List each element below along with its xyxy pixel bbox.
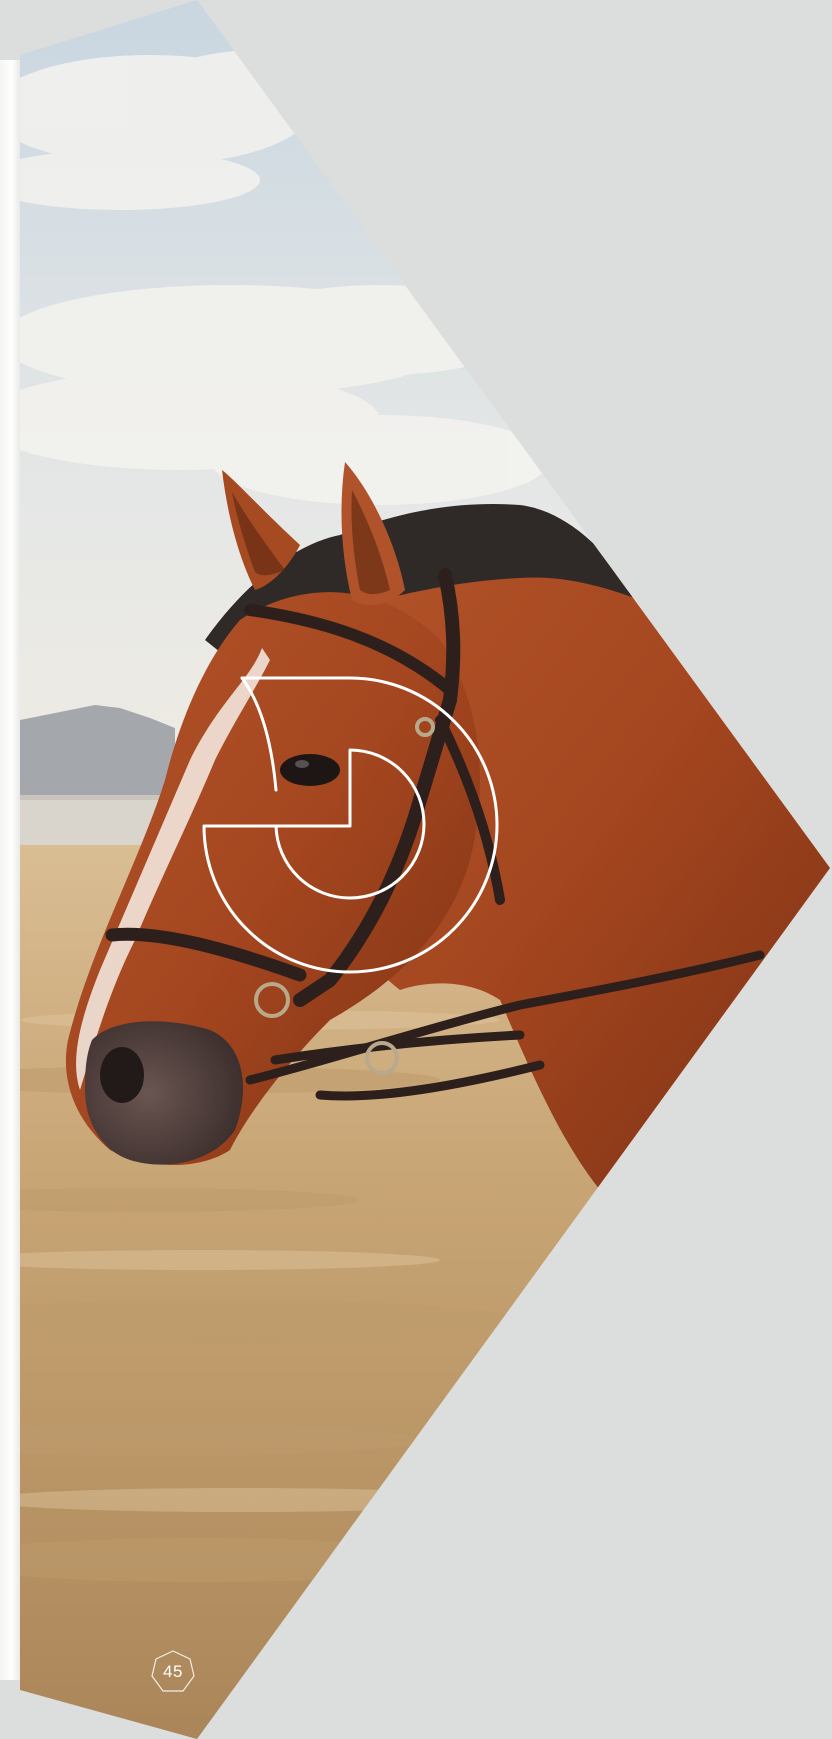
brochure-page: 45 <box>0 0 832 1739</box>
mountains <box>20 705 175 800</box>
horse-eye <box>280 754 340 786</box>
horse-nostril <box>100 1047 144 1103</box>
horse-photo-panel <box>20 0 830 1739</box>
page-number: 45 <box>163 1662 183 1681</box>
